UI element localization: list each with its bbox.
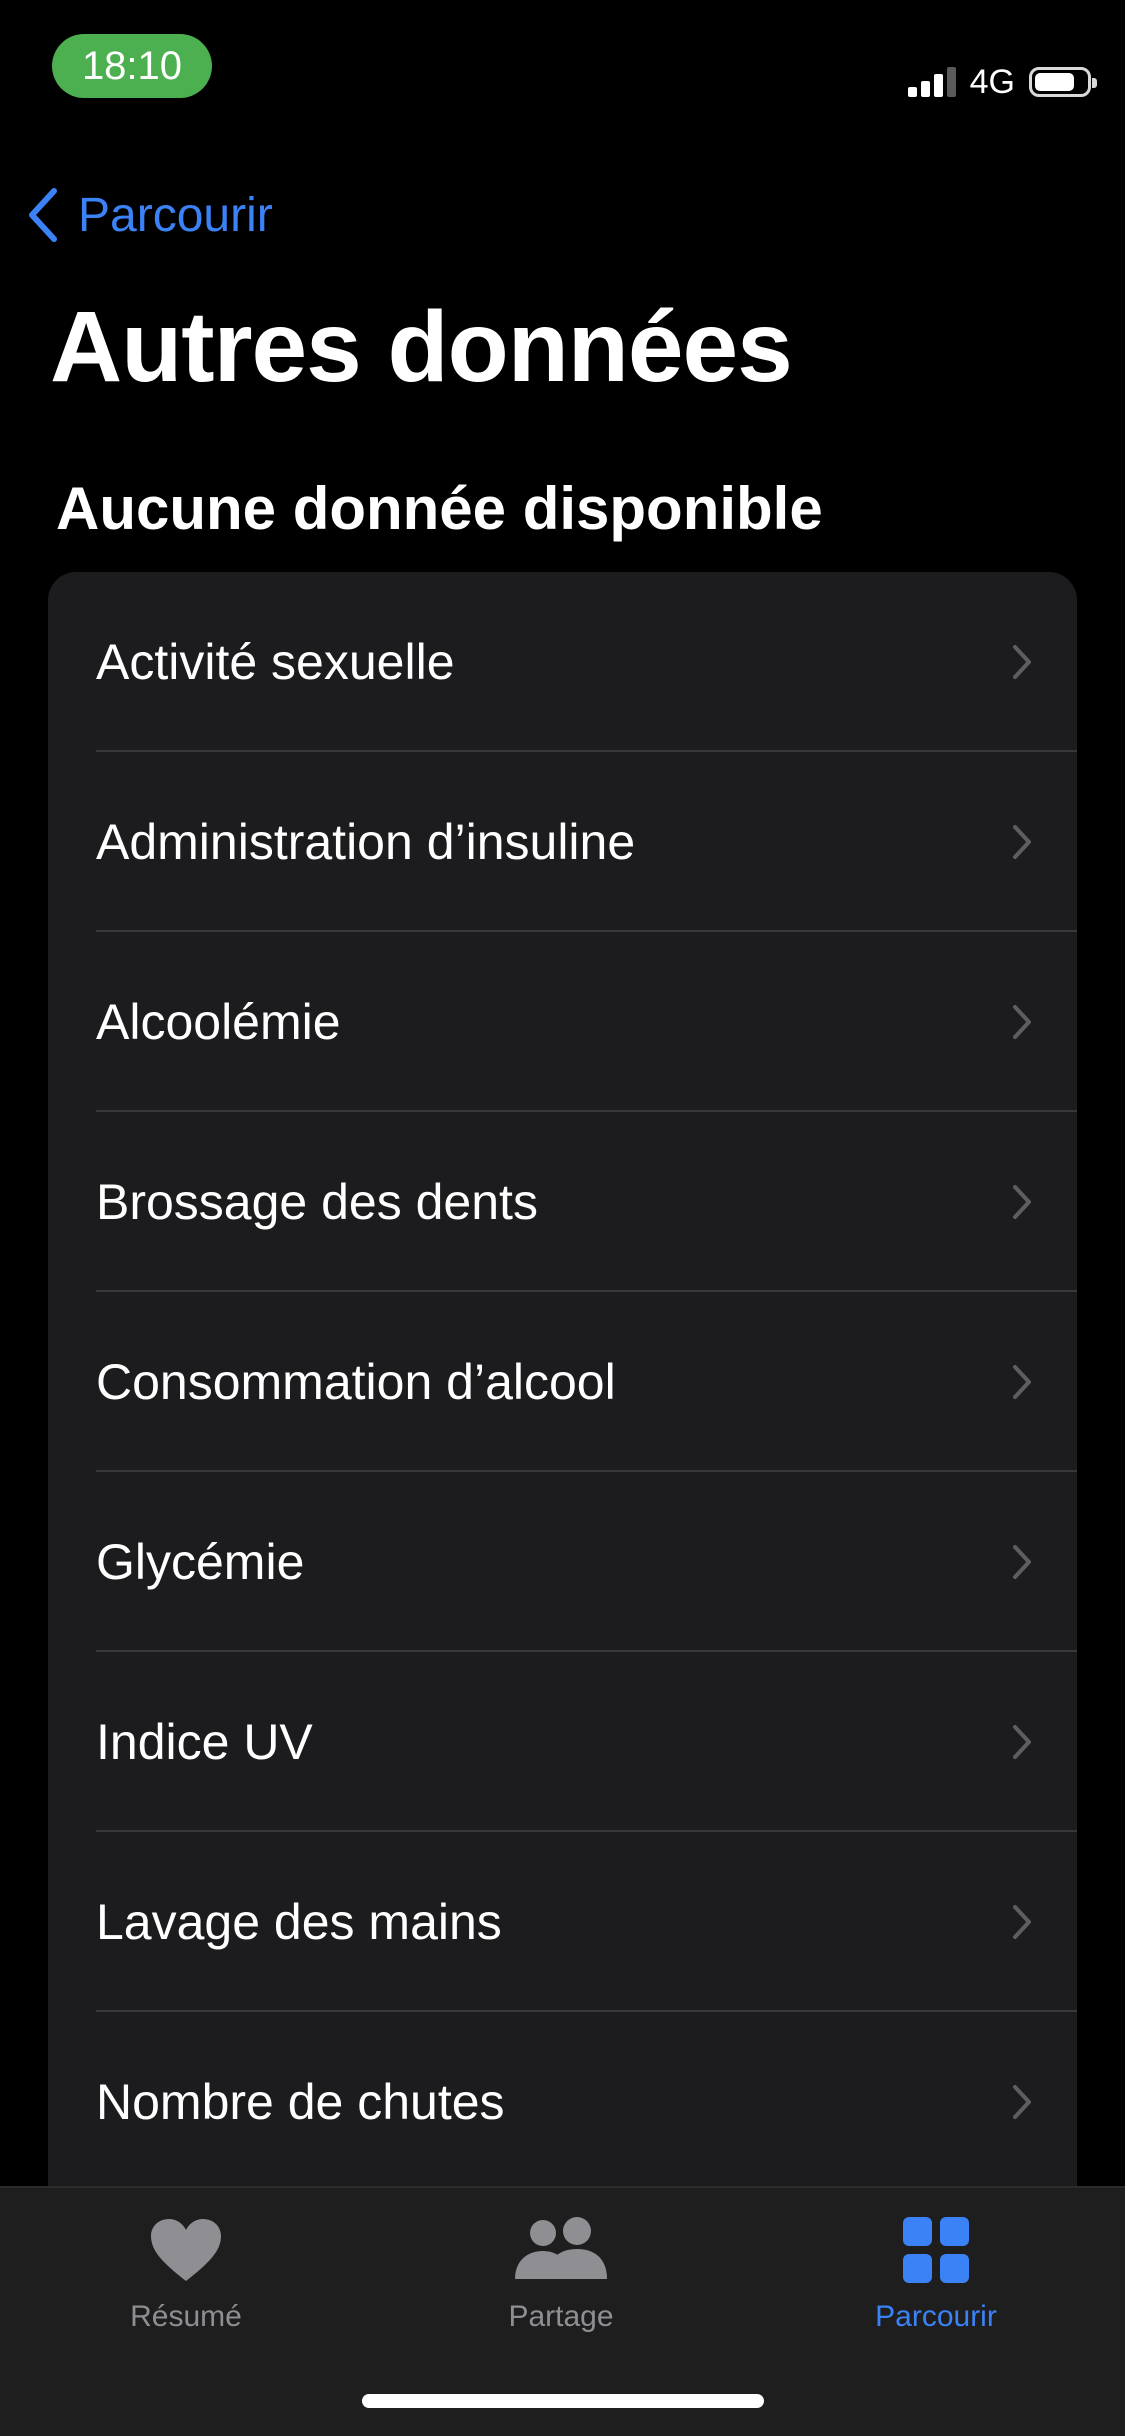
tab-label: Parcourir — [875, 2300, 997, 2333]
home-indicator[interactable] — [362, 2394, 764, 2408]
list-item-uv-index[interactable]: Indice UV — [48, 1652, 1077, 1832]
list-item-label: Lavage des mains — [96, 1894, 502, 1950]
chevron-right-icon — [1011, 1183, 1033, 1221]
chevron-right-icon — [1011, 1723, 1033, 1761]
chevron-right-icon — [1011, 1903, 1033, 1941]
chevron-right-icon — [1011, 1363, 1033, 1401]
list-item-blood-alcohol[interactable]: Alcoolémie — [48, 932, 1077, 1112]
list-item-label: Glycémie — [96, 1534, 305, 1590]
status-indicators: 4G — [907, 62, 1097, 102]
chevron-right-icon — [1011, 823, 1033, 861]
network-type: 4G — [969, 62, 1015, 101]
heart-icon — [149, 2210, 223, 2290]
chevron-right-icon — [1011, 2083, 1033, 2121]
list-item-label: Indice UV — [96, 1714, 313, 1770]
tab-sharing[interactable]: Partage — [411, 2210, 711, 2350]
chevron-right-icon — [1011, 643, 1033, 681]
page-title: Autres données — [50, 291, 793, 403]
list-item-sexual-activity[interactable]: Activité sexuelle — [48, 572, 1077, 752]
people-icon — [513, 2210, 609, 2290]
tab-label: Partage — [508, 2300, 614, 2333]
chevron-left-icon — [26, 187, 60, 243]
cellular-signal-icon — [907, 67, 956, 97]
list-item-alcohol-consumption[interactable]: Consommation d’alcool — [48, 1292, 1077, 1472]
back-label: Parcourir — [78, 188, 273, 242]
data-type-list: Activité sexuelle Administration d’insul… — [48, 572, 1077, 2272]
back-button[interactable]: Parcourir — [26, 180, 273, 250]
chevron-right-icon — [1011, 1003, 1033, 1041]
battery-icon — [1029, 67, 1097, 97]
grid-icon — [903, 2210, 969, 2290]
list-item-label: Consommation d’alcool — [96, 1354, 616, 1410]
status-time: 18:10 — [52, 34, 212, 98]
list-item-handwashing[interactable]: Lavage des mains — [48, 1832, 1077, 2012]
list-item-insulin-delivery[interactable]: Administration d’insuline — [48, 752, 1077, 932]
list-item-number-of-falls[interactable]: Nombre de chutes — [48, 2012, 1077, 2192]
list-item-blood-glucose[interactable]: Glycémie — [48, 1472, 1077, 1652]
tab-summary[interactable]: Résumé — [36, 2210, 336, 2350]
list-item-label: Brossage des dents — [96, 1174, 538, 1230]
list-item-label: Alcoolémie — [96, 994, 341, 1050]
list-item-label: Activité sexuelle — [96, 634, 455, 690]
section-header: Aucune donnée disponible — [56, 475, 823, 542]
list-item-label: Nombre de chutes — [96, 2074, 505, 2130]
tab-label: Résumé — [130, 2300, 242, 2333]
status-time-label: 18:10 — [81, 43, 183, 88]
tab-browse[interactable]: Parcourir — [786, 2210, 1086, 2350]
list-item-label: Administration d’insuline — [96, 814, 636, 870]
chevron-right-icon — [1011, 1543, 1033, 1581]
list-item-toothbrushing[interactable]: Brossage des dents — [48, 1112, 1077, 1292]
